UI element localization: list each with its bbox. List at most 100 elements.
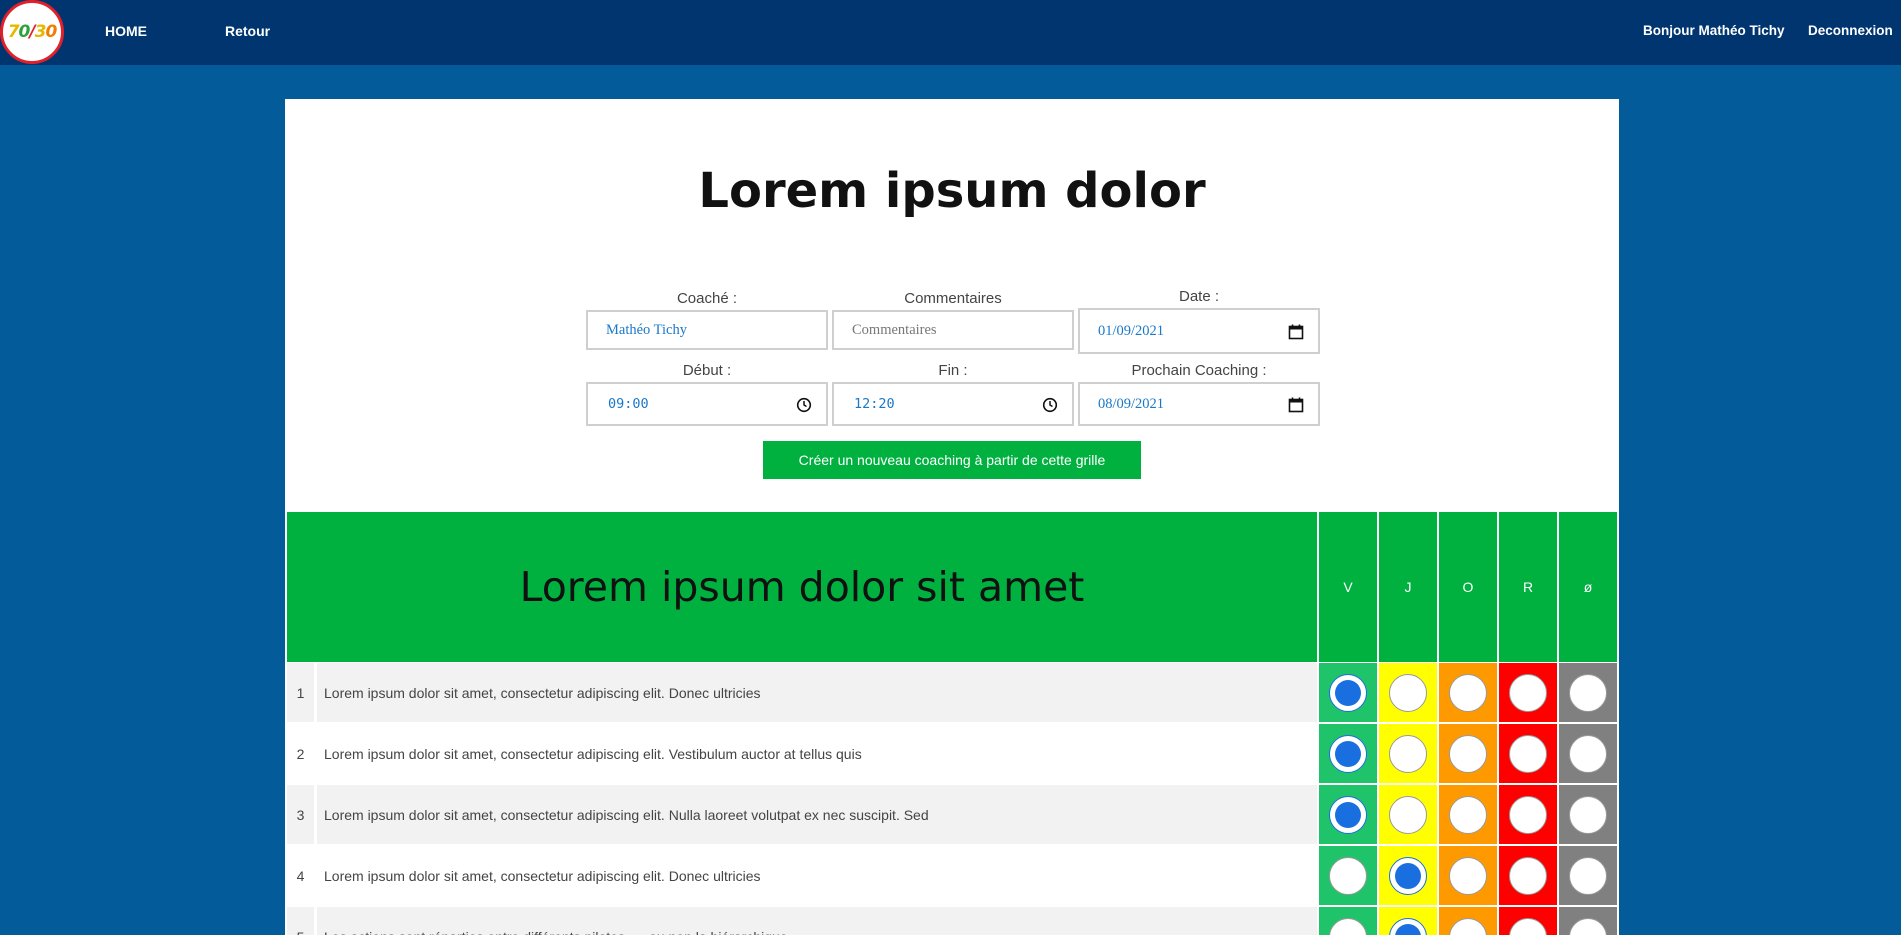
status-cell bbox=[1439, 724, 1497, 783]
next-coaching-label: Prochain Coaching : bbox=[1131, 362, 1267, 379]
status-cell bbox=[1499, 663, 1557, 722]
start-label: Début : bbox=[682, 362, 732, 379]
status-radio[interactable] bbox=[1569, 856, 1607, 895]
status-radio[interactable] bbox=[1329, 856, 1367, 895]
user-greeting: Bonjour Mathéo Tichy bbox=[1643, 23, 1785, 38]
page-title: Lorem ipsum dolor bbox=[698, 163, 1206, 219]
status-cell bbox=[1499, 846, 1557, 905]
status-cell bbox=[1319, 785, 1377, 844]
top-navbar: 70/30 HOME Retour Bonjour Mathéo Tichy D… bbox=[0, 0, 1901, 65]
status-cell bbox=[1499, 785, 1557, 844]
logo-text: 70/30 bbox=[7, 22, 58, 42]
row-number: 2 bbox=[287, 724, 317, 783]
status-radio[interactable] bbox=[1389, 673, 1427, 712]
status-cell bbox=[1319, 663, 1377, 722]
status-cell bbox=[1559, 846, 1617, 905]
status-radio[interactable] bbox=[1329, 734, 1367, 773]
status-header-j: J bbox=[1379, 512, 1437, 662]
row-number: 3 bbox=[287, 785, 317, 844]
status-cell bbox=[1319, 846, 1377, 905]
next-coaching-value: 08/09/2021 bbox=[1098, 395, 1165, 412]
date-value: 01/09/2021 bbox=[1098, 322, 1165, 339]
row-number: 5 bbox=[287, 907, 317, 935]
status-cell bbox=[1439, 846, 1497, 905]
status-radio[interactable] bbox=[1449, 673, 1487, 712]
status-radio[interactable] bbox=[1509, 734, 1547, 773]
grid-title: Lorem ipsum dolor sit amet bbox=[519, 563, 1085, 611]
status-cell bbox=[1439, 663, 1497, 722]
date-field[interactable]: 01/09/2021 bbox=[1078, 308, 1320, 354]
table-row: 3 Lorem ipsum dolor sit amet, consectetur… bbox=[287, 785, 1317, 844]
status-radio[interactable] bbox=[1509, 917, 1547, 935]
status-radio[interactable] bbox=[1449, 734, 1487, 773]
create-coaching-button[interactable]: Créer un nouveau coaching à partir de ce… bbox=[763, 441, 1141, 479]
clock-icon[interactable] bbox=[796, 397, 812, 413]
row-number: 4 bbox=[287, 846, 317, 905]
next-coaching-field[interactable]: 08/09/2021 bbox=[1078, 382, 1320, 426]
coached-label: Coaché : bbox=[676, 290, 738, 307]
status-radio[interactable] bbox=[1449, 795, 1487, 834]
comments-placeholder: Commentaires bbox=[852, 321, 937, 338]
table-row: 4 Lorem ipsum dolor sit amet, consectetur… bbox=[287, 846, 1317, 905]
clock-icon[interactable] bbox=[1042, 397, 1058, 413]
nav-home-link[interactable]: HOME bbox=[105, 23, 147, 39]
status-cell bbox=[1559, 724, 1617, 783]
table-row: 2 Lorem ipsum dolor sit amet, consectetur… bbox=[287, 724, 1317, 783]
coached-field[interactable]: Mathéo Tichy bbox=[586, 310, 828, 350]
status-radio[interactable] bbox=[1569, 917, 1607, 935]
comments-field[interactable]: Commentaires bbox=[832, 310, 1074, 350]
start-time-field[interactable]: 09:00 bbox=[586, 382, 828, 426]
status-radio[interactable] bbox=[1509, 856, 1547, 895]
row-number: 1 bbox=[287, 663, 317, 722]
logo[interactable]: 70/30 bbox=[0, 0, 64, 64]
status-header-none: ø bbox=[1559, 512, 1617, 662]
status-radio[interactable] bbox=[1569, 734, 1607, 773]
date-label: Date : bbox=[1178, 288, 1220, 305]
comments-label: Commentaires bbox=[904, 290, 1002, 307]
row-criterion-text: Lorem ipsum dolor sit amet, consectetur … bbox=[324, 867, 761, 884]
status-cell bbox=[1319, 724, 1377, 783]
status-radio[interactable] bbox=[1389, 734, 1427, 773]
row-criterion-text: Les actions sont réparties entre différe… bbox=[324, 907, 788, 935]
status-radio[interactable] bbox=[1329, 673, 1367, 712]
status-radio[interactable] bbox=[1389, 856, 1427, 895]
status-cell bbox=[1559, 907, 1617, 935]
status-radio[interactable] bbox=[1329, 795, 1367, 834]
calendar-icon[interactable] bbox=[1288, 324, 1304, 340]
status-cell bbox=[1559, 785, 1617, 844]
row-criterion-text: Lorem ipsum dolor sit amet, consectetur … bbox=[324, 745, 862, 762]
table-row: 1 Lorem ipsum dolor sit amet, consectetur… bbox=[287, 663, 1317, 722]
status-radio[interactable] bbox=[1569, 673, 1607, 712]
status-radio[interactable] bbox=[1569, 795, 1607, 834]
status-cell bbox=[1439, 785, 1497, 844]
status-radio[interactable] bbox=[1449, 856, 1487, 895]
status-header-r: R bbox=[1499, 512, 1557, 662]
status-cell bbox=[1499, 907, 1557, 935]
status-radio[interactable] bbox=[1329, 917, 1367, 935]
status-radio[interactable] bbox=[1509, 795, 1547, 834]
status-cell bbox=[1559, 663, 1617, 722]
status-cell bbox=[1499, 724, 1557, 783]
status-radio[interactable] bbox=[1389, 917, 1427, 935]
status-cell bbox=[1379, 907, 1437, 935]
grid-header: Lorem ipsum dolor sit amet bbox=[287, 512, 1317, 662]
status-cell bbox=[1439, 907, 1497, 935]
status-header-o: O bbox=[1439, 512, 1497, 662]
row-criterion-text: Lorem ipsum dolor sit amet, consectetur … bbox=[324, 806, 929, 823]
status-radio[interactable] bbox=[1389, 795, 1427, 834]
calendar-icon[interactable] bbox=[1288, 397, 1304, 413]
end-time-field[interactable]: 12:20 bbox=[832, 382, 1074, 426]
main-card: Lorem ipsum dolor Coaché : Mathéo Tichy … bbox=[285, 99, 1619, 935]
logout-link[interactable]: Deconnexion bbox=[1808, 23, 1893, 38]
coached-value: Mathéo Tichy bbox=[606, 321, 687, 338]
status-cell bbox=[1379, 724, 1437, 783]
end-label: Fin : bbox=[938, 362, 968, 379]
status-radio[interactable] bbox=[1509, 673, 1547, 712]
nav-back-link[interactable]: Retour bbox=[225, 23, 270, 39]
end-time-value: 12:20 bbox=[854, 396, 895, 412]
status-header-v: V bbox=[1319, 512, 1377, 662]
status-radio[interactable] bbox=[1449, 917, 1487, 935]
row-criterion-text: Lorem ipsum dolor sit amet, consectetur … bbox=[324, 684, 761, 701]
status-cell bbox=[1379, 663, 1437, 722]
table-row: 5Les actions sont réparties entre différ… bbox=[287, 907, 1317, 935]
